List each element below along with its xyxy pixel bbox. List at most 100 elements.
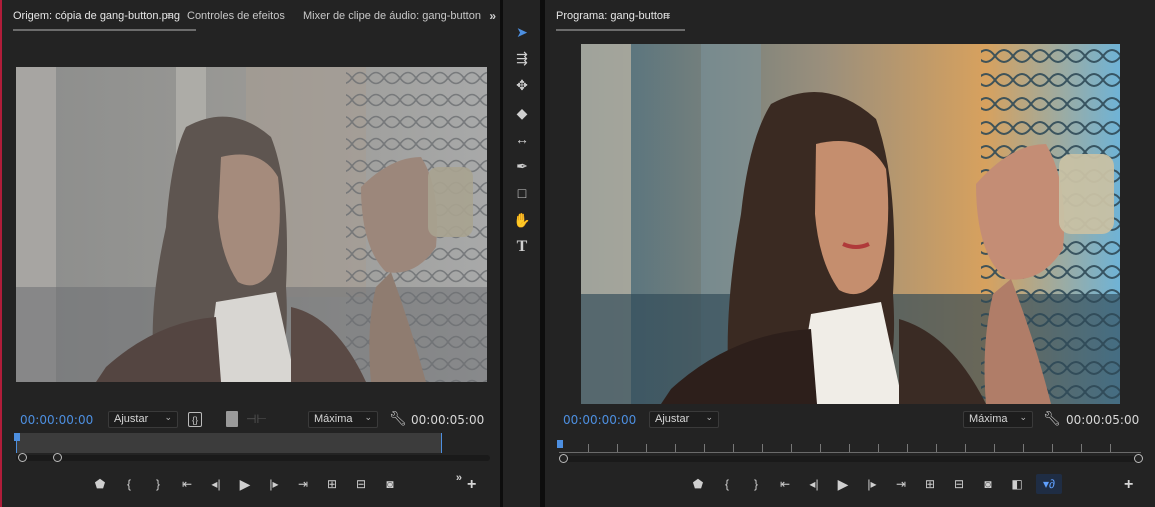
comparison-view-icon[interactable]: ◧ [1007,474,1027,494]
source-fit-select[interactable]: Ajustar ⌄ [108,411,178,428]
mark-out-icon[interactable]: } [148,474,168,494]
ruler-tick [1110,444,1111,452]
step-back-icon[interactable]: ◂| [804,474,824,494]
ruler-tick [965,444,966,452]
step-forward-icon[interactable]: |▸ [862,474,882,494]
play-icon[interactable]: ▶ [235,474,255,494]
ruler-tick [849,444,850,452]
step-back-icon[interactable]: ◂| [206,474,226,494]
source-in-out-range [16,433,442,453]
export-frame-icon[interactable]: ◙ [380,474,400,494]
chevron-down-icon: ⌄ [705,412,713,422]
chevron-down-icon: ⌄ [1019,412,1027,422]
source-fit-value: Ajustar [114,413,149,425]
program-zoom-scrollbar[interactable] [559,456,1141,462]
source-quality-value: Máxima [314,413,353,425]
ruler-tick [588,444,589,452]
extract-icon[interactable]: ⊟ [949,474,969,494]
slip-tool-icon[interactable]: ↔ [512,129,532,149]
program-transport-controls: ⬟ { } ⇤ ◂| ▶ |▸ ⇥ ⊞ ⊟ ◙ ◧ ▾∂ [688,474,1071,494]
ruler-tick [907,444,908,452]
proxy-toggle-icon[interactable]: ▾∂ [1036,474,1062,494]
panel-menu-icon[interactable]: ≡ [664,10,670,22]
program-fit-select[interactable]: Ajustar ⌄ [649,411,719,428]
lift-icon[interactable]: ⊞ [920,474,940,494]
pen-tool-icon[interactable]: ✒ [512,156,532,176]
source-quality-select[interactable]: Máxima ⌄ [308,411,378,428]
insert-icon[interactable]: ⊞ [322,474,342,494]
mark-in-icon[interactable]: { [717,474,737,494]
ruler-tick [704,444,705,452]
ruler-tick [646,444,647,452]
program-quality-select[interactable]: Máxima ⌄ [963,411,1033,428]
source-current-timecode[interactable]: 00:00:00:00 [20,413,93,427]
marker-icon[interactable]: ⬟ [90,474,110,494]
wrench-icon[interactable]: 🔧︎ [389,411,407,425]
ruler-tick [1052,444,1053,452]
rectangle-tool-icon[interactable]: □ [512,183,532,203]
source-frame-image [16,67,487,382]
ruler-tick [994,444,995,452]
panel-menu-icon[interactable]: ≡ [167,10,173,22]
button-editor-plus-icon[interactable]: + [1124,476,1133,494]
step-forward-icon[interactable]: |▸ [264,474,284,494]
go-to-out-icon[interactable]: ⇥ [891,474,911,494]
drag-audio-icon[interactable]: ⊣⊢ [246,412,267,426]
overwrite-icon[interactable]: ⊟ [351,474,371,494]
controls-overflow-icon[interactable]: » [456,472,462,484]
safe-margins-icon[interactable]: {} [188,412,202,427]
drag-video-icon[interactable] [226,411,238,427]
wrench-icon[interactable]: 🔧︎ [1043,411,1061,425]
ruler-tick [762,444,763,452]
button-editor-plus-icon[interactable]: + [467,476,476,494]
ruler-tick [791,444,792,452]
source-video-frame [16,67,487,382]
ruler-tick [936,444,937,452]
tab-effect-controls[interactable]: Controles de efeitos [187,10,285,24]
source-time-ruler[interactable] [14,433,490,462]
program-time-ruler[interactable] [557,440,1143,468]
tab-overflow-icon[interactable]: » [489,9,496,23]
hand-tool-icon[interactable]: ✋ [512,210,532,230]
source-zoom-handle-right[interactable] [53,453,62,462]
source-monitor-panel: Origem: cópia de gang-button.png ≡ Contr… [0,0,500,507]
source-duration-timecode: 00:00:05:00 [411,413,485,427]
go-to-in-icon[interactable]: ⇤ [775,474,795,494]
source-zoom-handle-left[interactable] [18,453,27,462]
program-duration-timecode: 00:00:05:00 [1066,413,1140,427]
source-transport-controls: ⬟ { } ⇤ ◂| ▶ |▸ ⇥ ⊞ ⊟ ◙ [90,474,409,494]
ruler-tick [617,444,618,452]
source-out-marker [441,433,442,453]
program-playhead[interactable] [557,440,563,448]
selection-tool-icon[interactable]: ➤ [512,22,532,42]
type-tool-icon[interactable]: T [512,237,532,257]
ruler-tick [733,444,734,452]
ruler-tick [878,444,879,452]
program-video-frame [581,44,1120,404]
ruler-tick [675,444,676,452]
program-zoom-handle-left[interactable] [559,454,568,463]
tab-program[interactable]: Programa: gang-button [556,10,686,31]
program-zoom-handle-right[interactable] [1134,454,1143,463]
track-select-tool-icon[interactable]: ⇶ [512,48,532,68]
program-fit-value: Ajustar [655,413,690,425]
ruler-tick [1023,444,1024,452]
play-icon[interactable]: ▶ [833,474,853,494]
export-frame-icon[interactable]: ◙ [978,474,998,494]
ruler-tick [820,444,821,452]
razor-tool-icon[interactable]: ◆ [512,103,532,123]
ripple-edit-tool-icon[interactable]: ✥ [512,75,532,95]
mark-in-icon[interactable]: { [119,474,139,494]
mark-out-icon[interactable]: } [746,474,766,494]
tab-source[interactable]: Origem: cópia de gang-button.png [13,10,196,31]
chevron-down-icon: ⌄ [364,412,372,422]
tab-audio-clip-mixer[interactable]: Mixer de clipe de áudio: gang-button [303,10,481,24]
program-quality-value: Máxima [969,413,1008,425]
program-frame-image [581,44,1120,404]
source-playhead[interactable] [14,433,20,441]
program-current-timecode[interactable]: 00:00:00:00 [563,413,636,427]
marker-icon[interactable]: ⬟ [688,474,708,494]
source-zoom-scrollbar[interactable] [16,455,490,461]
go-to-in-icon[interactable]: ⇤ [177,474,197,494]
go-to-out-icon[interactable]: ⇥ [293,474,313,494]
